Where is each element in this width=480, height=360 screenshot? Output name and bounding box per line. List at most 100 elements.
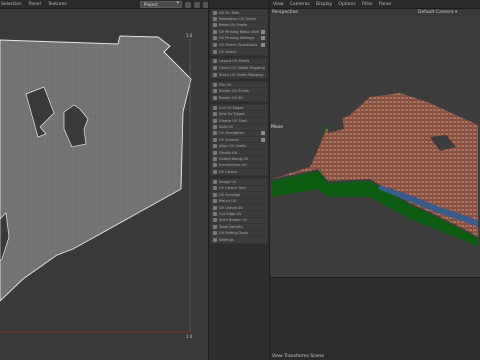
camera-dropdown-icon: ▾	[454, 10, 458, 15]
tool-options-checkbox[interactable]	[261, 42, 265, 47]
tool-label: Match UV	[219, 199, 237, 204]
menu-panel[interactable]: Panel	[379, 2, 391, 7]
tool-icon	[213, 144, 217, 149]
menu-selection[interactable]: Selection	[1, 2, 22, 7]
tool-icon	[213, 199, 217, 204]
tool-icon	[213, 10, 217, 15]
menu-filter[interactable]: Filter	[362, 2, 373, 7]
tool-label: UV Pinning Relax Shells	[219, 29, 259, 34]
tool-options-checkbox[interactable]	[261, 36, 265, 41]
tool-label: Settings	[219, 238, 234, 243]
tool-label: Create UV Shell	[219, 118, 248, 123]
tool-section-3: Flip UV Rotate UV Shells Rotate UV 90	[210, 80, 268, 103]
tool-label: Relaxation UV Shells	[219, 17, 256, 22]
uv-shell[interactable]	[0, 35, 192, 302]
tool-label: UV Smudge	[219, 192, 241, 197]
tool-icon	[213, 224, 217, 229]
uv-tick-top-right: 1.0	[186, 33, 193, 38]
tool-icon	[213, 163, 217, 168]
tool-label: Align UV Shells	[219, 144, 247, 149]
tool-options-checkbox[interactable]	[261, 137, 265, 142]
tool-section-2: Layout UV Shells Orient UV Shells Mapping…	[210, 57, 268, 79]
tool-icon	[213, 186, 217, 191]
menu-cameras[interactable]: Cameras	[290, 2, 310, 7]
menu-display[interactable]: Display	[316, 2, 333, 7]
uv-header-button-2[interactable]	[194, 1, 200, 8]
tool-icon	[213, 95, 217, 100]
tool-label: Texel Density	[219, 224, 243, 229]
menu-options[interactable]: Options	[338, 2, 355, 7]
tool-icon	[213, 105, 217, 110]
uv-project-dropdown[interactable]: Project	[140, 1, 182, 8]
view-label: Perspective	[272, 10, 299, 15]
tool-icon	[213, 231, 217, 236]
uv-editor-panel: Selection Panel Textures Project ▾ 1.0 1…	[0, 0, 209, 360]
uv-toolkit-sections: UV Pin Dist. Relaxation UV Shells Relax UV…	[209, 9, 269, 245]
tool-row[interactable]: Rotate UV 90	[211, 95, 267, 101]
uv-toolkit-header	[209, 0, 269, 9]
tool-icon	[213, 36, 217, 41]
tool-icon	[213, 118, 217, 123]
tool-icon	[213, 42, 217, 47]
uv-tick-bottom-right: 1.0	[186, 334, 193, 339]
tool-label: UV Pin Dist.	[219, 10, 240, 15]
terrain-svg	[272, 93, 478, 247]
tool-row[interactable]: UV Lattice	[211, 169, 267, 175]
tool-icon	[213, 170, 217, 175]
camera-label-text: Default Camera	[418, 10, 454, 15]
tool-icon	[213, 59, 217, 64]
uv-header-button-1[interactable]	[185, 1, 191, 8]
tool-icon	[213, 23, 217, 28]
tool-icon	[213, 212, 217, 217]
tool-icon	[213, 192, 217, 197]
viewport-menubar: View Cameras Display Options Filter Pane…	[270, 0, 480, 9]
tool-label: UV Pinning Settings	[219, 36, 255, 41]
tool-icon	[213, 180, 217, 185]
tool-icon	[213, 88, 217, 93]
viewport-bottom-bar: View Transforms Scene	[270, 277, 480, 360]
tool-label: UV Select	[219, 49, 237, 54]
tool-icon	[213, 49, 217, 54]
tool-section-1: UV Pin Dist. Relaxation UV Shells Relax UV…	[210, 9, 268, 56]
tool-label: Shell Border UV	[219, 218, 248, 223]
tool-options-checkbox[interactable]	[261, 131, 265, 136]
tool-label: Relax UV Shells	[219, 23, 247, 28]
tool-icon	[213, 124, 217, 129]
tool-label: Rotate UV 90	[219, 95, 243, 100]
tool-label: Symmetrize UV	[219, 163, 247, 168]
tool-icon	[213, 131, 217, 136]
menu-textures[interactable]: Textures	[48, 2, 67, 7]
uv-canvas[interactable]: 1.0 1.0	[0, 9, 208, 360]
camera-label[interactable]: Default Camera ▾	[418, 10, 457, 15]
tool-label: Cut Edge UV	[219, 212, 242, 217]
menu-view[interactable]: View	[273, 2, 284, 7]
tool-icon	[213, 218, 217, 223]
tool-icon	[213, 156, 217, 161]
menu-panel[interactable]: Panel	[29, 2, 41, 7]
tool-icon	[213, 137, 217, 142]
tool-icon	[213, 65, 217, 70]
uv-toolkit-panel: UV Pin Dist. Relaxation UV Shells Relax UV…	[208, 0, 270, 360]
tool-label: UV Editing Tools	[219, 231, 248, 236]
tool-label: UV Unfold 3D	[219, 205, 244, 210]
viewport-scene[interactable]: Move	[270, 17, 480, 277]
tool-icon	[213, 29, 217, 34]
tool-icon	[213, 82, 217, 87]
tool-row[interactable]: Settings	[211, 237, 267, 243]
tool-options-checkbox[interactable]	[261, 29, 265, 34]
tool-row[interactable]: UV Select	[211, 48, 267, 54]
tool-label: Unfold Along UV	[219, 156, 249, 161]
tool-label: Layout UV Shells	[219, 59, 250, 64]
tool-icon	[213, 112, 217, 117]
tool-icon	[213, 238, 217, 243]
tool-icon	[213, 17, 217, 22]
tool-section-5: Image UV UV Lattice Tool UV Smudge Match UV…	[210, 178, 268, 245]
viewport-labelbar: Perspective Default Camera ▾	[270, 9, 480, 17]
tool-label: Flip UV	[219, 82, 232, 87]
viewport-status: View Transforms Scene	[272, 354, 324, 359]
tool-label: UV Lattice Tool	[219, 186, 246, 191]
tool-label: Orient UV Shells Mapping	[219, 65, 265, 70]
tool-label: Gridify UV	[219, 150, 238, 155]
tool-row[interactable]: Stack UV Shells Mapping	[211, 72, 267, 78]
tool-label: Image UV	[219, 180, 237, 185]
